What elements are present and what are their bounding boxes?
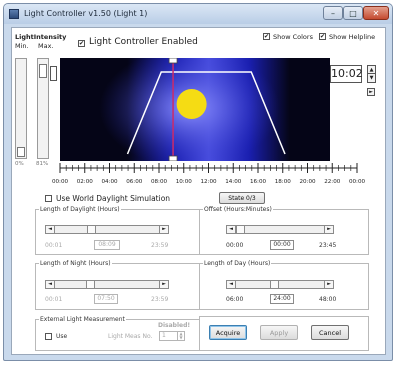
sun-icon	[176, 89, 207, 119]
time-scale: 00:00 02:00 04:00 06:00 08:00 10:00 12:00 14:00…	[52, 163, 366, 185]
time-tick-label: 16:00	[250, 179, 267, 185]
apply-button[interactable]: Apply	[260, 325, 298, 340]
meas-no-label: Light Meas No.	[108, 333, 153, 340]
meas-spinner-icon[interactable]: ▲ ▼	[177, 332, 184, 340]
right-arrow-icon[interactable]: ►	[324, 281, 333, 288]
slider-thumb[interactable]	[270, 281, 279, 288]
show-colors-label: Show Colors	[273, 33, 313, 41]
time-down-icon[interactable]: ▼	[368, 74, 375, 82]
time-tick-label: 02:00	[77, 179, 94, 185]
left-arrow-icon[interactable]: ◄	[46, 281, 55, 288]
daylight-min: 00:01	[45, 242, 63, 249]
time-tick-label: 22:00	[324, 179, 341, 185]
close-button[interactable]: ✕	[363, 6, 389, 20]
min-intensity-slider[interactable]	[15, 58, 27, 159]
client-area: LightIntensity Min. Max. Light Controlle…	[11, 27, 386, 355]
night-value[interactable]: 07:50	[94, 294, 118, 304]
maximize-button[interactable]: □	[343, 6, 363, 20]
left-arrow-icon[interactable]: ◄	[227, 281, 236, 288]
light-intensity-label: LightIntensity	[15, 33, 67, 41]
min-label: Min.	[15, 42, 29, 50]
time-cursor-bottom-handle	[168, 155, 178, 161]
time-tick-label: 04:00	[101, 179, 118, 185]
max-label: Max.	[38, 42, 54, 50]
time-up-icon[interactable]: ▲	[368, 66, 375, 74]
time-cursor-top-handle	[168, 58, 178, 64]
slider-thumb[interactable]	[86, 281, 95, 288]
world-sim-label: Use World Daylight Simulation	[56, 194, 171, 203]
meas-no-value: 1	[162, 332, 166, 339]
length-of-day-legend: Length of Day (Hours)	[204, 260, 271, 267]
show-colors-checkbox[interactable]	[263, 33, 270, 40]
enabled-label: Light Controller Enabled	[89, 37, 198, 47]
app-window: Light Controller v1.50 (Light 1) – □ ✕ L…	[3, 3, 393, 361]
title-bar[interactable]: Light Controller v1.50 (Light 1) – □ ✕	[4, 4, 392, 24]
right-arrow-button[interactable]: ►	[367, 88, 375, 96]
night-min: 00:01	[45, 296, 63, 303]
length-of-day-slider[interactable]: ◄ ►	[226, 280, 334, 289]
time-tick-label: 14:00	[225, 179, 242, 185]
length-of-night-slider[interactable]: ◄ ►	[45, 280, 169, 289]
minimize-button[interactable]: –	[323, 6, 343, 20]
time-tick-label: 10:00	[176, 179, 193, 185]
daylight-graph[interactable]	[60, 58, 368, 161]
length-of-daylight-legend: Length of Daylight (Hours)	[40, 206, 120, 213]
time-tick-label: 06:00	[126, 179, 143, 185]
length-of-daylight-slider[interactable]: ◄ ►	[45, 225, 169, 234]
external-use-label: Use	[56, 333, 68, 340]
day-max: 48:00	[319, 296, 337, 303]
offset-slider[interactable]: ◄ ►	[226, 225, 334, 234]
world-sim-checkbox[interactable]	[45, 195, 52, 202]
external-use-checkbox[interactable]	[45, 333, 52, 340]
current-time-display: 10:02	[330, 65, 363, 83]
zero-percent-label: 0%	[15, 161, 24, 167]
max-intensity-thumb[interactable]	[39, 64, 47, 78]
time-tick-label: 12:00	[200, 179, 217, 185]
right-arrow-icon[interactable]: ►	[159, 281, 168, 288]
app-icon	[9, 9, 19, 19]
enabled-checkbox[interactable]	[78, 40, 85, 47]
window-title: Light Controller v1.50 (Light 1)	[24, 9, 148, 18]
state-button[interactable]: State 0/3	[219, 192, 265, 204]
offset-min: 00:00	[226, 242, 244, 249]
show-helpline-label: Show Helpline	[329, 33, 376, 41]
offset-legend: Offset (Hours:Minutes)	[204, 206, 272, 213]
time-spinner[interactable]: ▲ ▼	[367, 65, 376, 83]
external-light-legend: External Light Measurement	[40, 316, 125, 323]
cancel-button[interactable]: Cancel	[311, 325, 349, 340]
meas-no-input[interactable]: 1 ▲ ▼	[159, 331, 185, 341]
length-of-night-legend: Length of Night (Hours)	[40, 260, 111, 267]
show-helpline-checkbox[interactable]	[319, 33, 326, 40]
slider-thumb[interactable]	[87, 226, 96, 233]
right-arrow-icon[interactable]: ►	[159, 226, 168, 233]
time-tick-label: 20:00	[299, 179, 316, 185]
acquire-button[interactable]: Acquire	[209, 325, 247, 340]
daylight-max: 23:59	[151, 242, 169, 249]
right-arrow-icon[interactable]: ►	[324, 226, 333, 233]
day-value[interactable]: 24:00	[270, 294, 294, 304]
offset-value[interactable]: 00:00	[270, 240, 294, 250]
time-tick-label: 00:00	[52, 179, 68, 185]
daylight-value[interactable]: 08:09	[94, 240, 120, 250]
time-tick-label: 00:00	[349, 179, 366, 185]
max-percent-label: 81%	[36, 161, 49, 167]
night-max: 23:59	[151, 296, 169, 303]
left-arrow-icon[interactable]: ◄	[227, 226, 236, 233]
time-tick-label: 08:00	[151, 179, 168, 185]
day-min: 06:00	[226, 296, 244, 303]
min-intensity-thumb[interactable]	[17, 147, 25, 157]
time-tick-label: 18:00	[275, 179, 292, 185]
max-intensity-slider[interactable]	[37, 58, 49, 159]
channel-spinner[interactable]	[50, 66, 57, 81]
disabled-label: Disabled!	[158, 322, 191, 329]
left-arrow-icon[interactable]: ◄	[46, 226, 55, 233]
offset-max: 23:45	[319, 242, 337, 249]
slider-thumb[interactable]	[236, 226, 245, 233]
